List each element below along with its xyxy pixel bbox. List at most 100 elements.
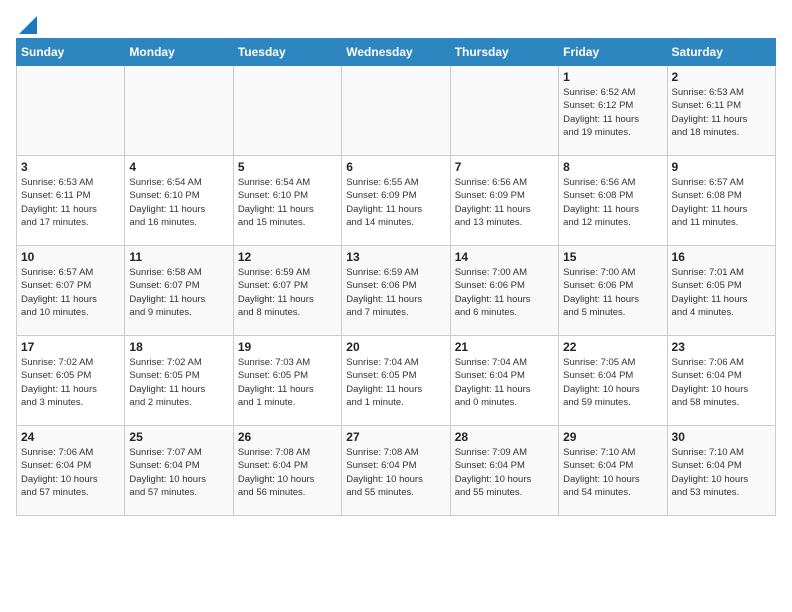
day-number: 20: [346, 340, 445, 354]
day-info: Sunrise: 7:01 AM Sunset: 6:05 PM Dayligh…: [672, 266, 771, 319]
day-info: Sunrise: 7:09 AM Sunset: 6:04 PM Dayligh…: [455, 446, 554, 499]
day-info: Sunrise: 7:06 AM Sunset: 6:04 PM Dayligh…: [672, 356, 771, 409]
day-info: Sunrise: 6:57 AM Sunset: 6:07 PM Dayligh…: [21, 266, 120, 319]
day-cell: 20 Sunrise: 7:04 AM Sunset: 6:05 PM Dayli…: [342, 336, 450, 426]
day-cell: 30 Sunrise: 7:10 AM Sunset: 6:04 PM Dayli…: [667, 426, 775, 516]
day-number: 10: [21, 250, 120, 264]
day-cell: 21Sunrise: 7:04 AM Sunset: 6:04 PM Dayli…: [450, 336, 558, 426]
day-info: Sunrise: 7:00 AM Sunset: 6:06 PM Dayligh…: [563, 266, 662, 319]
day-number: 5: [238, 160, 337, 174]
day-number: 17: [21, 340, 120, 354]
day-number: 21: [455, 340, 554, 354]
day-cell: 28 Sunrise: 7:09 AM Sunset: 6:04 PM Dayli…: [450, 426, 558, 516]
calendar-table: SundayMondayTuesdayWednesdayThursdayFrid…: [16, 38, 776, 516]
day-number: 7: [455, 160, 554, 174]
day-cell: 23 Sunrise: 7:06 AM Sunset: 6:04 PM Dayli…: [667, 336, 775, 426]
day-number: 15: [563, 250, 662, 264]
day-number: 2: [672, 70, 771, 84]
day-info: Sunrise: 7:02 AM Sunset: 6:05 PM Dayligh…: [129, 356, 228, 409]
day-info: Sunrise: 7:06 AM Sunset: 6:04 PM Dayligh…: [21, 446, 120, 499]
day-number: 23: [672, 340, 771, 354]
day-number: 26: [238, 430, 337, 444]
day-cell: 25Sunrise: 7:07 AM Sunset: 6:04 PM Dayli…: [125, 426, 233, 516]
day-cell: 19 Sunrise: 7:03 AM Sunset: 6:05 PM Dayli…: [233, 336, 341, 426]
day-number: 1: [563, 70, 662, 84]
day-number: 4: [129, 160, 228, 174]
week-row-4: 17 Sunrise: 7:02 AM Sunset: 6:05 PM Dayli…: [17, 336, 776, 426]
week-row-3: 10 Sunrise: 6:57 AM Sunset: 6:07 PM Dayli…: [17, 246, 776, 336]
day-cell: 8 Sunrise: 6:56 AM Sunset: 6:08 PM Daylig…: [559, 156, 667, 246]
day-number: 3: [21, 160, 120, 174]
weekday-friday: Friday: [559, 39, 667, 66]
day-cell: 22Sunrise: 7:05 AM Sunset: 6:04 PM Dayli…: [559, 336, 667, 426]
day-number: 25: [129, 430, 228, 444]
day-number: 13: [346, 250, 445, 264]
day-info: Sunrise: 6:54 AM Sunset: 6:10 PM Dayligh…: [129, 176, 228, 229]
day-info: Sunrise: 6:52 AM Sunset: 6:12 PM Dayligh…: [563, 86, 662, 139]
day-number: 8: [563, 160, 662, 174]
day-info: Sunrise: 7:08 AM Sunset: 6:04 PM Dayligh…: [238, 446, 337, 499]
day-info: Sunrise: 6:53 AM Sunset: 6:11 PM Dayligh…: [672, 86, 771, 139]
calendar-body: 1 Sunrise: 6:52 AM Sunset: 6:12 PM Daylig…: [17, 66, 776, 516]
day-info: Sunrise: 6:59 AM Sunset: 6:06 PM Dayligh…: [346, 266, 445, 319]
weekday-thursday: Thursday: [450, 39, 558, 66]
day-info: Sunrise: 6:58 AM Sunset: 6:07 PM Dayligh…: [129, 266, 228, 319]
day-number: 22: [563, 340, 662, 354]
day-cell: 26 Sunrise: 7:08 AM Sunset: 6:04 PM Dayli…: [233, 426, 341, 516]
day-cell: [125, 66, 233, 156]
day-number: 19: [238, 340, 337, 354]
day-cell: 10 Sunrise: 6:57 AM Sunset: 6:07 PM Dayli…: [17, 246, 125, 336]
day-info: Sunrise: 7:10 AM Sunset: 6:04 PM Dayligh…: [563, 446, 662, 499]
day-cell: 9 Sunrise: 6:57 AM Sunset: 6:08 PM Daylig…: [667, 156, 775, 246]
day-info: Sunrise: 7:10 AM Sunset: 6:04 PM Dayligh…: [672, 446, 771, 499]
day-number: 14: [455, 250, 554, 264]
day-cell: 16 Sunrise: 7:01 AM Sunset: 6:05 PM Dayli…: [667, 246, 775, 336]
day-number: 11: [129, 250, 228, 264]
day-number: 30: [672, 430, 771, 444]
day-info: Sunrise: 6:56 AM Sunset: 6:08 PM Dayligh…: [563, 176, 662, 229]
week-row-2: 3 Sunrise: 6:53 AM Sunset: 6:11 PM Daylig…: [17, 156, 776, 246]
day-info: Sunrise: 6:59 AM Sunset: 6:07 PM Dayligh…: [238, 266, 337, 319]
day-number: 28: [455, 430, 554, 444]
day-cell: 13 Sunrise: 6:59 AM Sunset: 6:06 PM Dayli…: [342, 246, 450, 336]
day-cell: 12Sunrise: 6:59 AM Sunset: 6:07 PM Dayli…: [233, 246, 341, 336]
day-info: Sunrise: 7:04 AM Sunset: 6:05 PM Dayligh…: [346, 356, 445, 409]
day-cell: 2 Sunrise: 6:53 AM Sunset: 6:11 PM Daylig…: [667, 66, 775, 156]
day-number: 6: [346, 160, 445, 174]
day-cell: 6 Sunrise: 6:55 AM Sunset: 6:09 PM Daylig…: [342, 156, 450, 246]
day-cell: [17, 66, 125, 156]
day-info: Sunrise: 6:57 AM Sunset: 6:08 PM Dayligh…: [672, 176, 771, 229]
day-info: Sunrise: 7:02 AM Sunset: 6:05 PM Dayligh…: [21, 356, 120, 409]
day-cell: 5 Sunrise: 6:54 AM Sunset: 6:10 PM Daylig…: [233, 156, 341, 246]
day-number: 24: [21, 430, 120, 444]
day-cell: 15 Sunrise: 7:00 AM Sunset: 6:06 PM Dayli…: [559, 246, 667, 336]
logo-icon: [19, 16, 37, 34]
weekday-sunday: Sunday: [17, 39, 125, 66]
day-info: Sunrise: 7:03 AM Sunset: 6:05 PM Dayligh…: [238, 356, 337, 409]
day-info: Sunrise: 6:55 AM Sunset: 6:09 PM Dayligh…: [346, 176, 445, 229]
day-cell: 17 Sunrise: 7:02 AM Sunset: 6:05 PM Dayli…: [17, 336, 125, 426]
week-row-1: 1 Sunrise: 6:52 AM Sunset: 6:12 PM Daylig…: [17, 66, 776, 156]
day-cell: [450, 66, 558, 156]
day-info: Sunrise: 6:54 AM Sunset: 6:10 PM Dayligh…: [238, 176, 337, 229]
logo: [16, 16, 37, 30]
day-info: Sunrise: 6:56 AM Sunset: 6:09 PM Dayligh…: [455, 176, 554, 229]
day-number: 18: [129, 340, 228, 354]
week-row-5: 24 Sunrise: 7:06 AM Sunset: 6:04 PM Dayli…: [17, 426, 776, 516]
day-info: Sunrise: 6:53 AM Sunset: 6:11 PM Dayligh…: [21, 176, 120, 229]
day-cell: [342, 66, 450, 156]
weekday-header-row: SundayMondayTuesdayWednesdayThursdayFrid…: [17, 39, 776, 66]
day-cell: 3 Sunrise: 6:53 AM Sunset: 6:11 PM Daylig…: [17, 156, 125, 246]
day-number: 16: [672, 250, 771, 264]
weekday-wednesday: Wednesday: [342, 39, 450, 66]
day-cell: 24 Sunrise: 7:06 AM Sunset: 6:04 PM Dayli…: [17, 426, 125, 516]
day-cell: 11 Sunrise: 6:58 AM Sunset: 6:07 PM Dayli…: [125, 246, 233, 336]
header: [16, 16, 776, 30]
weekday-monday: Monday: [125, 39, 233, 66]
weekday-saturday: Saturday: [667, 39, 775, 66]
day-number: 29: [563, 430, 662, 444]
weekday-tuesday: Tuesday: [233, 39, 341, 66]
day-info: Sunrise: 7:00 AM Sunset: 6:06 PM Dayligh…: [455, 266, 554, 319]
day-number: 9: [672, 160, 771, 174]
day-info: Sunrise: 7:08 AM Sunset: 6:04 PM Dayligh…: [346, 446, 445, 499]
